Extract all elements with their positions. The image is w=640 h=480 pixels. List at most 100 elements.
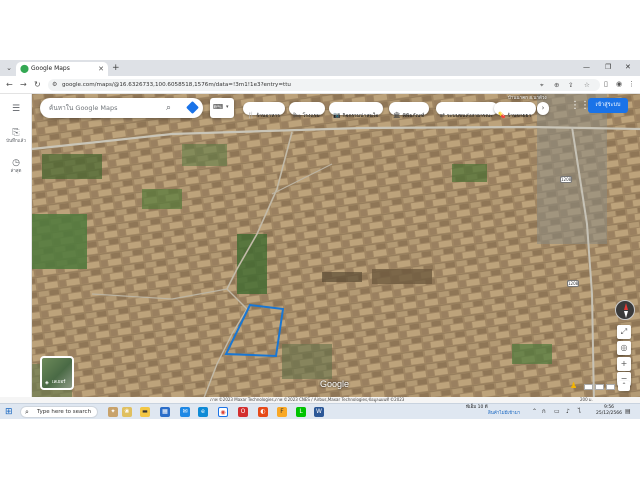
layers-label: เลเยอร์ <box>52 380 66 385</box>
chrome-browser-icon[interactable]: ◉ <box>218 407 228 417</box>
minimize-button[interactable]: — <box>583 62 590 73</box>
chip-things-to-do[interactable]: 📷 กิจกรรมน่าสนใจ <box>329 102 384 119</box>
recent-label: ล่าสุด <box>10 169 22 174</box>
tilt-3d-button[interactable]: ⤢ <box>617 325 631 339</box>
mail-icon[interactable]: ✉ <box>180 407 190 417</box>
my-location-icon[interactable]: ◎ <box>617 341 631 355</box>
tab-strip: ⌄ ⬤ Google Maps ✕ + — ❐ ✕ <box>0 60 640 76</box>
compass-north-icon <box>624 303 628 310</box>
system-clock[interactable]: 9:56 25/12/2566 <box>596 405 622 417</box>
satellite-map[interactable]: ⌕ ⌨ ▾ 🍴ร้านอาหาร 🛏โรงแรม 📷กิจกรรมน่าสนใจ… <box>32 94 640 403</box>
edge-browser-icon[interactable]: e <box>198 407 208 417</box>
chips-next-chevron-icon[interactable]: › <box>537 102 549 115</box>
google-apps-icon[interactable]: ⋮⋮ <box>570 100 590 112</box>
search-input[interactable] <box>49 102 159 114</box>
place-label: บ้านนาคก อ.นาด้วง <box>508 96 547 101</box>
search-icon[interactable]: ⌕ <box>166 102 171 114</box>
profile-icon[interactable]: ◉ <box>616 79 622 90</box>
chip-label: กิจกรรมน่าสนใจ <box>342 113 379 119</box>
forward-arrow-icon[interactable]: → <box>20 79 27 90</box>
share-icon[interactable]: ⇪ <box>568 80 573 90</box>
zoom-icon[interactable]: ⊕ <box>554 80 559 90</box>
pdf-app-icon[interactable]: F <box>277 407 287 417</box>
language-icon[interactable]: ไ <box>578 408 581 416</box>
word-app-icon[interactable]: W <box>314 407 324 417</box>
tab-close-icon[interactable]: ✕ <box>98 64 104 74</box>
chip-restaurants[interactable]: 🍴 ร้านอาหาร <box>243 102 285 119</box>
satellite-imagery <box>32 94 640 403</box>
recent-button[interactable]: ◷ ล่าสุด <box>0 158 32 175</box>
chevron-up-icon[interactable]: ⌃ <box>532 408 537 416</box>
url-text: google.com/maps/@16.6326733,100.6058518,… <box>62 82 291 88</box>
browser-toolbar: ← → ↻ ⚙ google.com/maps/@16.6326733,100.… <box>0 76 640 94</box>
restore-button[interactable]: ❐ <box>605 62 611 73</box>
thai-keyboard-icon[interactable]: ก <box>542 408 546 416</box>
red-app-icon[interactable]: ◐ <box>258 407 268 417</box>
directions-icon[interactable] <box>186 101 199 114</box>
chip-label: โรงแรม <box>302 113 320 119</box>
imagery-thumb-1[interactable] <box>584 384 593 390</box>
search-icon: ⌕ <box>25 408 29 416</box>
close-window-button[interactable]: ✕ <box>625 62 631 73</box>
tab-search-menu[interactable]: ⌄ <box>3 63 15 73</box>
maps-favicon-icon: ⬤ <box>20 64 29 73</box>
transit-icon: ⇄ <box>440 112 446 119</box>
site-info-icon[interactable]: ⚙ <box>52 80 57 90</box>
weather-subtext[interactable]: สินค้าไม่มีเข้ามา <box>488 411 520 417</box>
keyboard-input-button[interactable]: ⌨ ▾ <box>210 98 234 118</box>
layers-toggle-button[interactable]: ◈ เลเยอร์ <box>40 356 74 390</box>
saved-label: บันทึกแล้ว <box>6 139 26 144</box>
network-icon[interactable]: ▭ <box>554 408 560 416</box>
new-tab-button[interactable]: + <box>112 63 120 73</box>
bookmark-star-icon[interactable]: ☆ <box>584 80 590 90</box>
imagery-thumb-2[interactable] <box>595 384 604 390</box>
chip-pharmacies[interactable]: 💊 ร้านขายยา <box>494 102 537 119</box>
maps-search-box[interactable]: ⌕ <box>40 98 203 118</box>
chip-hotels[interactable]: 🛏 โรงแรม <box>289 102 325 119</box>
zoom-in-button[interactable]: + <box>617 357 631 371</box>
google-logo: Google <box>320 379 350 389</box>
sign-in-button[interactable]: เข้าสู่ระบบ <box>588 98 628 113</box>
chip-museums[interactable]: 🏛 พิพิธภัณฑ์ <box>389 102 430 119</box>
decorative-widget-icon[interactable]: ❀ <box>122 407 132 417</box>
opera-browser-icon[interactable]: O <box>238 407 248 417</box>
road-number-shield: 1208 <box>560 176 572 183</box>
back-arrow-icon[interactable]: ← <box>6 79 13 90</box>
store-icon[interactable]: ▦ <box>160 407 170 417</box>
windows-start-icon[interactable]: ⊞ <box>5 407 13 417</box>
imagery-thumb-3[interactable] <box>606 384 615 390</box>
location-pin-icon[interactable]: ⌖ <box>540 80 544 90</box>
compass-icon[interactable] <box>615 300 635 320</box>
chevron-down-icon: ▾ <box>226 104 229 110</box>
pegman-icon[interactable]: ♟ <box>570 381 577 391</box>
layers-icon: ◈ <box>45 380 49 386</box>
tab-title: Google Maps <box>31 65 70 72</box>
tab-google-maps[interactable]: ⬤ Google Maps ✕ <box>16 62 108 76</box>
chip-transit[interactable]: ⇄ ระบบขนส่งสาธารณะ <box>436 102 498 119</box>
chip-label: ร้านขายยา <box>507 113 532 119</box>
chip-label: ระบบขนส่งสาธารณะ <box>447 113 493 119</box>
side-panel-icon[interactable]: ▯ <box>604 79 608 90</box>
windows-taskbar: ⊞ ⌕ Type here to search ✦ ❀ ▬ ▦ ✉ e ◉ O … <box>0 403 640 419</box>
taskbar-search-text: Type here to search <box>37 409 92 415</box>
hotel-icon: 🛏 <box>293 112 301 119</box>
taskbar-search-box[interactable]: ⌕ Type here to search <box>20 406 98 418</box>
chip-label: พิพิธภัณฑ์ <box>402 113 425 119</box>
saved-button[interactable]: ⎘ บันทึกแล้ว <box>0 128 32 145</box>
bookmark-icon: ⎘ <box>12 128 20 138</box>
expand-chevron-up-icon[interactable]: ⌃ <box>618 381 630 391</box>
file-explorer-icon[interactable]: ▬ <box>140 407 150 417</box>
menu-button[interactable]: ☰ <box>0 104 32 115</box>
menu-dots-icon[interactable]: ⋮ <box>628 79 635 90</box>
volume-icon[interactable]: ♪ <box>566 408 570 416</box>
line-app-icon[interactable]: L <box>296 407 306 417</box>
compass-south-icon <box>624 311 628 318</box>
weather-widget[interactable]: พีเอ็ม 10 ดี <box>466 405 488 411</box>
news-widget-icon[interactable]: ✦ <box>108 407 118 417</box>
restaurant-icon: 🍴 <box>247 112 255 119</box>
address-bar[interactable]: ⚙ google.com/maps/@16.6326733,100.605851… <box>48 79 600 91</box>
notifications-icon[interactable]: ▤ <box>625 408 631 416</box>
reload-icon[interactable]: ↻ <box>34 79 41 90</box>
museum-icon: 🏛 <box>393 112 401 119</box>
history-icon: ◷ <box>12 158 20 168</box>
